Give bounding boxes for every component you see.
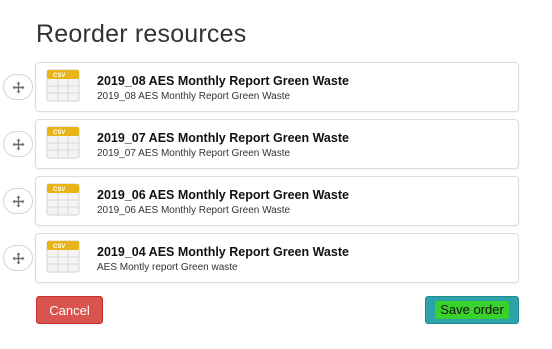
drag-handle[interactable] xyxy=(3,131,33,157)
resource-card: CSV 2019_08 AES Monthly Report Green Was… xyxy=(35,62,519,112)
csv-file-icon: CSV xyxy=(46,183,80,216)
resource-card: CSV 2019_06 AES Monthly Report Green Was… xyxy=(35,176,519,226)
csv-icon-label: CSV xyxy=(53,73,65,79)
move-arrows-icon xyxy=(12,138,24,150)
csv-file-icon: CSV xyxy=(46,126,80,159)
resource-title: 2019_06 AES Monthly Report Green Waste xyxy=(97,188,349,202)
resource-item[interactable]: CSV 2019_04 AES Monthly Report Green Was… xyxy=(0,233,552,283)
resource-description: 2019_07 AES Monthly Report Green Waste xyxy=(97,148,291,159)
resource-item[interactable]: CSV 2019_06 AES Monthly Report Green Was… xyxy=(0,176,552,226)
drag-handle[interactable] xyxy=(3,74,33,100)
csv-file-icon: CSV xyxy=(46,69,80,102)
move-arrows-icon xyxy=(12,252,24,264)
drag-handle[interactable] xyxy=(3,188,33,214)
move-arrows-icon xyxy=(12,195,24,207)
cancel-button[interactable]: Cancel xyxy=(36,296,103,324)
resource-description: 2019_06 AES Monthly Report Green Waste xyxy=(97,205,291,216)
drag-handle[interactable] xyxy=(3,245,33,271)
resource-title: 2019_04 AES Monthly Report Green Waste xyxy=(97,245,349,259)
page-title: Reorder resources xyxy=(36,20,247,48)
save-order-button[interactable]: Save order xyxy=(425,296,519,324)
resource-item[interactable]: CSV 2019_08 AES Monthly Report Green Was… xyxy=(0,62,552,112)
resource-description: AES Montly report Green waste xyxy=(97,262,238,273)
save-order-label: Save order xyxy=(435,301,509,319)
csv-file-icon: CSV xyxy=(46,240,80,273)
resource-title: 2019_07 AES Monthly Report Green Waste xyxy=(97,131,349,145)
resource-card: CSV 2019_04 AES Monthly Report Green Was… xyxy=(35,233,519,283)
resource-item[interactable]: CSV 2019_07 AES Monthly Report Green Was… xyxy=(0,119,552,169)
resource-title: 2019_08 AES Monthly Report Green Waste xyxy=(97,74,349,88)
reorder-resources-page: Reorder resources CSV 2019_08 AES Monthl… xyxy=(0,0,552,349)
csv-icon-label: CSV xyxy=(53,187,65,193)
move-arrows-icon xyxy=(12,81,24,93)
resource-description: 2019_08 AES Monthly Report Green Waste xyxy=(97,91,291,102)
resource-card: CSV 2019_07 AES Monthly Report Green Was… xyxy=(35,119,519,169)
csv-icon-label: CSV xyxy=(53,130,65,136)
csv-icon-label: CSV xyxy=(53,244,65,250)
resource-list: CSV 2019_08 AES Monthly Report Green Was… xyxy=(0,62,552,290)
